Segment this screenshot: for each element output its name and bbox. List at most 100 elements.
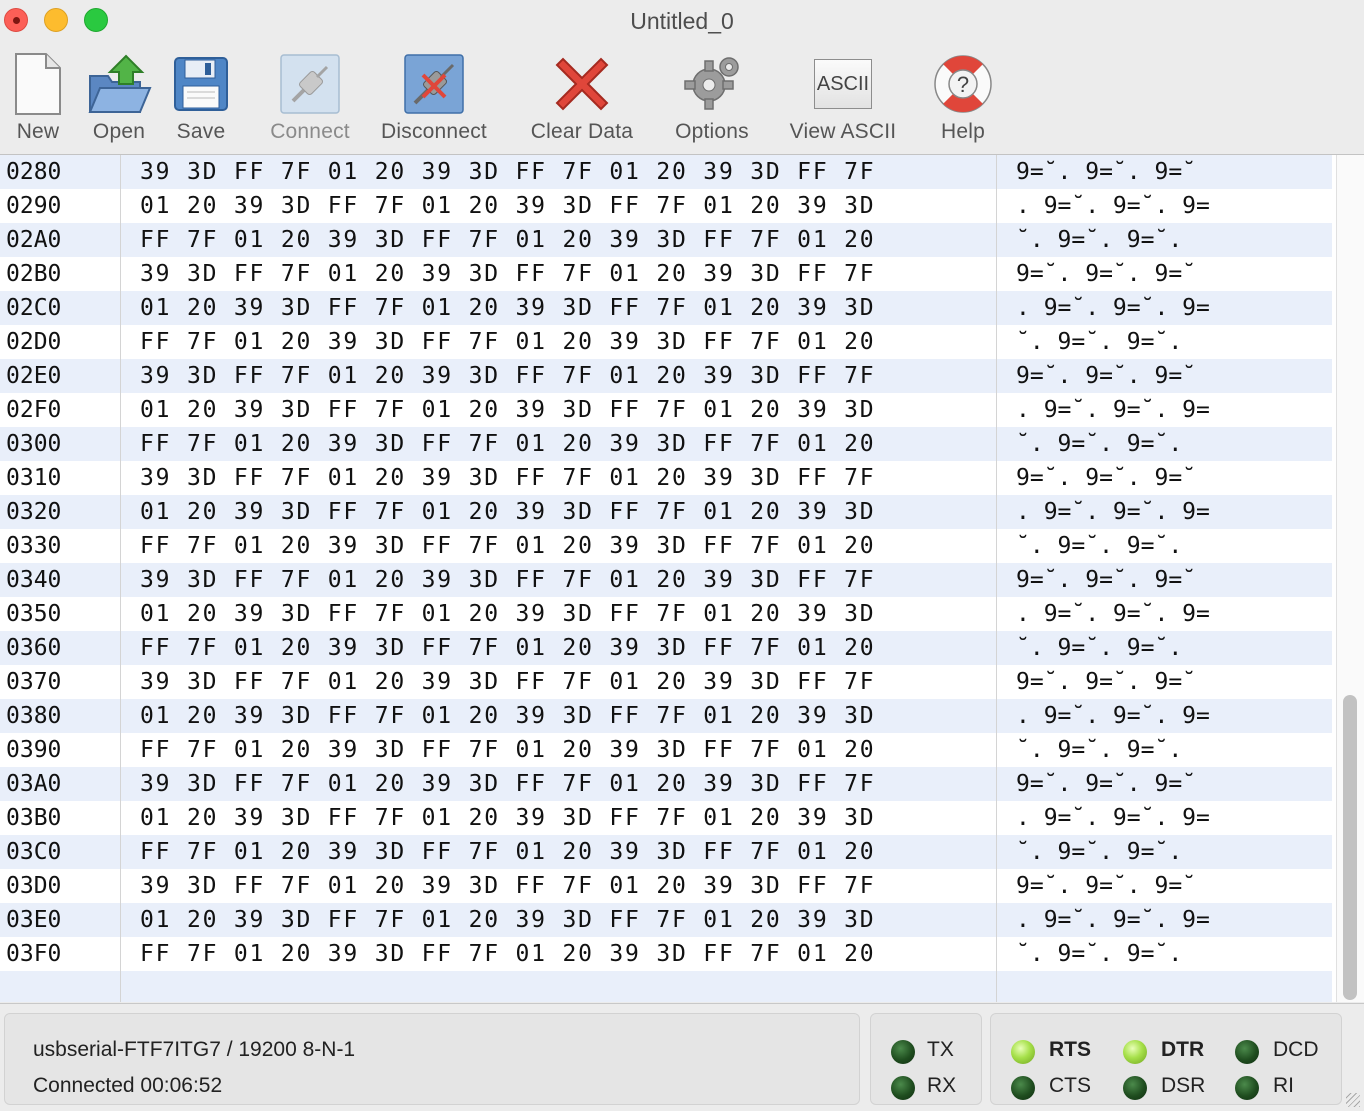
- hex-row[interactable]: 0330 FF 7F 01 20 39 3D FF 7F 01 20 39 3D …: [0, 529, 1332, 563]
- row-address: 02A0: [6, 227, 62, 253]
- hex-row[interactable]: 03D0 39 3D FF 7F 01 20 39 3D FF 7F 01 20 …: [0, 869, 1332, 903]
- view-ascii-button[interactable]: ASCII View ASCII: [782, 42, 904, 154]
- disconnect-plug-icon: [398, 48, 470, 120]
- help-label: Help: [941, 120, 985, 143]
- hex-row[interactable]: 02E0 39 3D FF 7F 01 20 39 3D FF 7F 01 20 …: [0, 359, 1332, 393]
- row-hex-bytes: 39 3D FF 7F 01 20 39 3D FF 7F 01 20 39 3…: [140, 567, 876, 593]
- tx-rx-panel: TX RX: [870, 1013, 982, 1105]
- row-hex-bytes: 01 20 39 3D FF 7F 01 20 39 3D FF 7F 01 2…: [140, 703, 876, 729]
- hex-row[interactable]: 03B0 01 20 39 3D FF 7F 01 20 39 3D FF 7F …: [0, 801, 1332, 835]
- row-address: 03A0: [6, 771, 62, 797]
- resize-grip[interactable]: [1346, 1093, 1360, 1107]
- row-ascii-text: . 9=˘. 9=˘. 9=: [1016, 499, 1210, 525]
- row-ascii-text: ˘. 9=˘. 9=˘.: [1016, 941, 1183, 967]
- clear-data-button[interactable]: Clear Data: [522, 42, 642, 154]
- row-ascii-text: . 9=˘. 9=˘. 9=: [1016, 193, 1210, 219]
- gears-icon: [676, 48, 748, 120]
- ascii-icon: ASCII: [807, 48, 879, 120]
- hex-row[interactable]: 0290 01 20 39 3D FF 7F 01 20 39 3D FF 7F …: [0, 189, 1332, 223]
- row-ascii-text: . 9=˘. 9=˘. 9=: [1016, 805, 1210, 831]
- dsr-indicator-led: [1123, 1076, 1147, 1100]
- row-hex-bytes: FF 7F 01 20 39 3D FF 7F 01 20 39 3D FF 7…: [140, 431, 876, 457]
- hex-row[interactable]: 0320 01 20 39 3D FF 7F 01 20 39 3D FF 7F …: [0, 495, 1332, 529]
- hex-row[interactable]: 03E0 01 20 39 3D FF 7F 01 20 39 3D FF 7F …: [0, 903, 1332, 937]
- hex-row[interactable]: 0350 01 20 39 3D FF 7F 01 20 39 3D FF 7F …: [0, 597, 1332, 631]
- title-bar: Untitled_0: [0, 0, 1364, 42]
- disconnect-button[interactable]: Disconnect: [372, 42, 496, 154]
- hex-row[interactable]: 0370 39 3D FF 7F 01 20 39 3D FF 7F 01 20 …: [0, 665, 1332, 699]
- row-address: 0380: [6, 703, 62, 729]
- row-hex-bytes: FF 7F 01 20 39 3D FF 7F 01 20 39 3D FF 7…: [140, 941, 876, 967]
- ri-indicator-led: [1235, 1076, 1259, 1100]
- row-address: 0300: [6, 431, 62, 457]
- row-address: 03F0: [6, 941, 62, 967]
- row-address: 0350: [6, 601, 62, 627]
- disconnect-label: Disconnect: [381, 120, 487, 143]
- scrollbar-thumb[interactable]: [1343, 695, 1357, 1000]
- connect-button[interactable]: Connect: [260, 42, 360, 154]
- dtr-label: DTR: [1161, 1038, 1205, 1061]
- modem-lines-panel: RTS CTS DTR DSR DCD RI: [990, 1013, 1342, 1105]
- row-address: 03E0: [6, 907, 62, 933]
- hex-row[interactable]: 0300 FF 7F 01 20 39 3D FF 7F 01 20 39 3D …: [0, 427, 1332, 461]
- row-ascii-text: 9=˘. 9=˘. 9=˘: [1016, 261, 1197, 287]
- save-label: Save: [176, 120, 226, 143]
- row-address: 0310: [6, 465, 62, 491]
- hex-row[interactable]: 02C0 01 20 39 3D FF 7F 01 20 39 3D FF 7F …: [0, 291, 1332, 325]
- hex-row[interactable]: 0390 FF 7F 01 20 39 3D FF 7F 01 20 39 3D …: [0, 733, 1332, 767]
- row-hex-bytes: 01 20 39 3D FF 7F 01 20 39 3D FF 7F 01 2…: [140, 397, 876, 423]
- row-hex-bytes: 01 20 39 3D FF 7F 01 20 39 3D FF 7F 01 2…: [140, 499, 876, 525]
- row-address: 02C0: [6, 295, 62, 321]
- window-title: Untitled_0: [630, 8, 734, 34]
- row-hex-bytes: FF 7F 01 20 39 3D FF 7F 01 20 39 3D FF 7…: [140, 635, 876, 661]
- hex-row[interactable]: 03F0 FF 7F 01 20 39 3D FF 7F 01 20 39 3D …: [0, 937, 1332, 971]
- hex-row[interactable]: 02F0 01 20 39 3D FF 7F 01 20 39 3D FF 7F …: [0, 393, 1332, 427]
- row-address: 0390: [6, 737, 62, 763]
- row-ascii-text: . 9=˘. 9=˘. 9=: [1016, 397, 1210, 423]
- hex-row[interactable]: 0280 39 3D FF 7F 01 20 39 3D FF 7F 01 20 …: [0, 155, 1332, 189]
- new-button[interactable]: New: [2, 42, 74, 154]
- help-button[interactable]: ? Help: [926, 42, 1000, 154]
- dsr-label: DSR: [1161, 1074, 1206, 1097]
- hex-row[interactable]: 02D0 FF 7F 01 20 39 3D FF 7F 01 20 39 3D …: [0, 325, 1332, 359]
- hex-row[interactable]: 03C0 FF 7F 01 20 39 3D FF 7F 01 20 39 3D …: [0, 835, 1332, 869]
- save-button[interactable]: Save: [165, 42, 237, 154]
- hex-row[interactable]: 03A0 39 3D FF 7F 01 20 39 3D FF 7F 01 20 …: [0, 767, 1332, 801]
- row-hex-bytes: 39 3D FF 7F 01 20 39 3D FF 7F 01 20 39 3…: [140, 159, 876, 185]
- options-button[interactable]: Options: [666, 42, 758, 154]
- row-address: 0340: [6, 567, 62, 593]
- hex-row[interactable]: 0360 FF 7F 01 20 39 3D FF 7F 01 20 39 3D …: [0, 631, 1332, 665]
- hex-view[interactable]: 0280 39 3D FF 7F 01 20 39 3D FF 7F 01 20 …: [0, 155, 1336, 1002]
- hex-row[interactable]: 0310 39 3D FF 7F 01 20 39 3D FF 7F 01 20 …: [0, 461, 1332, 495]
- lifebuoy-help-icon: ?: [927, 48, 999, 120]
- rts-indicator-led: [1011, 1040, 1035, 1064]
- row-hex-bytes: FF 7F 01 20 39 3D FF 7F 01 20 39 3D FF 7…: [140, 839, 876, 865]
- connect-label: Connect: [270, 120, 350, 143]
- status-bar: usbserial-FTF7ITG7 / 19200 8-N-1 Connect…: [0, 1003, 1364, 1111]
- connection-status-text: Connected 00:06:52: [33, 1074, 223, 1097]
- row-hex-bytes: 39 3D FF 7F 01 20 39 3D FF 7F 01 20 39 3…: [140, 771, 876, 797]
- row-hex-bytes: 39 3D FF 7F 01 20 39 3D FF 7F 01 20 39 3…: [140, 363, 876, 389]
- open-button[interactable]: Open: [83, 42, 155, 154]
- view-ascii-label: View ASCII: [789, 120, 897, 143]
- hex-row[interactable]: 02B0 39 3D FF 7F 01 20 39 3D FF 7F 01 20 …: [0, 257, 1332, 291]
- row-ascii-text: ˘. 9=˘. 9=˘.: [1016, 431, 1183, 457]
- row-address: 0280: [6, 159, 62, 185]
- dtr-indicator-led: [1123, 1040, 1147, 1064]
- vertical-scrollbar[interactable]: [1336, 155, 1364, 1002]
- row-ascii-text: ˘. 9=˘. 9=˘.: [1016, 839, 1183, 865]
- clear-data-label: Clear Data: [530, 120, 634, 143]
- new-label: New: [16, 120, 60, 143]
- row-address: 02E0: [6, 363, 62, 389]
- row-address: 03B0: [6, 805, 62, 831]
- hex-row[interactable]: 02A0 FF 7F 01 20 39 3D FF 7F 01 20 39 3D …: [0, 223, 1332, 257]
- row-ascii-text: ˘. 9=˘. 9=˘.: [1016, 533, 1183, 559]
- tx-indicator-led: [891, 1040, 915, 1064]
- row-hex-bytes: FF 7F 01 20 39 3D FF 7F 01 20 39 3D FF 7…: [140, 329, 876, 355]
- hex-row[interactable]: 0380 01 20 39 3D FF 7F 01 20 39 3D FF 7F …: [0, 699, 1332, 733]
- row-ascii-text: . 9=˘. 9=˘. 9=: [1016, 601, 1210, 627]
- row-address: 0330: [6, 533, 62, 559]
- hex-row[interactable]: 0340 39 3D FF 7F 01 20 39 3D FF 7F 01 20 …: [0, 563, 1332, 597]
- empty-row: [0, 971, 1332, 1002]
- cts-indicator-led: [1011, 1076, 1035, 1100]
